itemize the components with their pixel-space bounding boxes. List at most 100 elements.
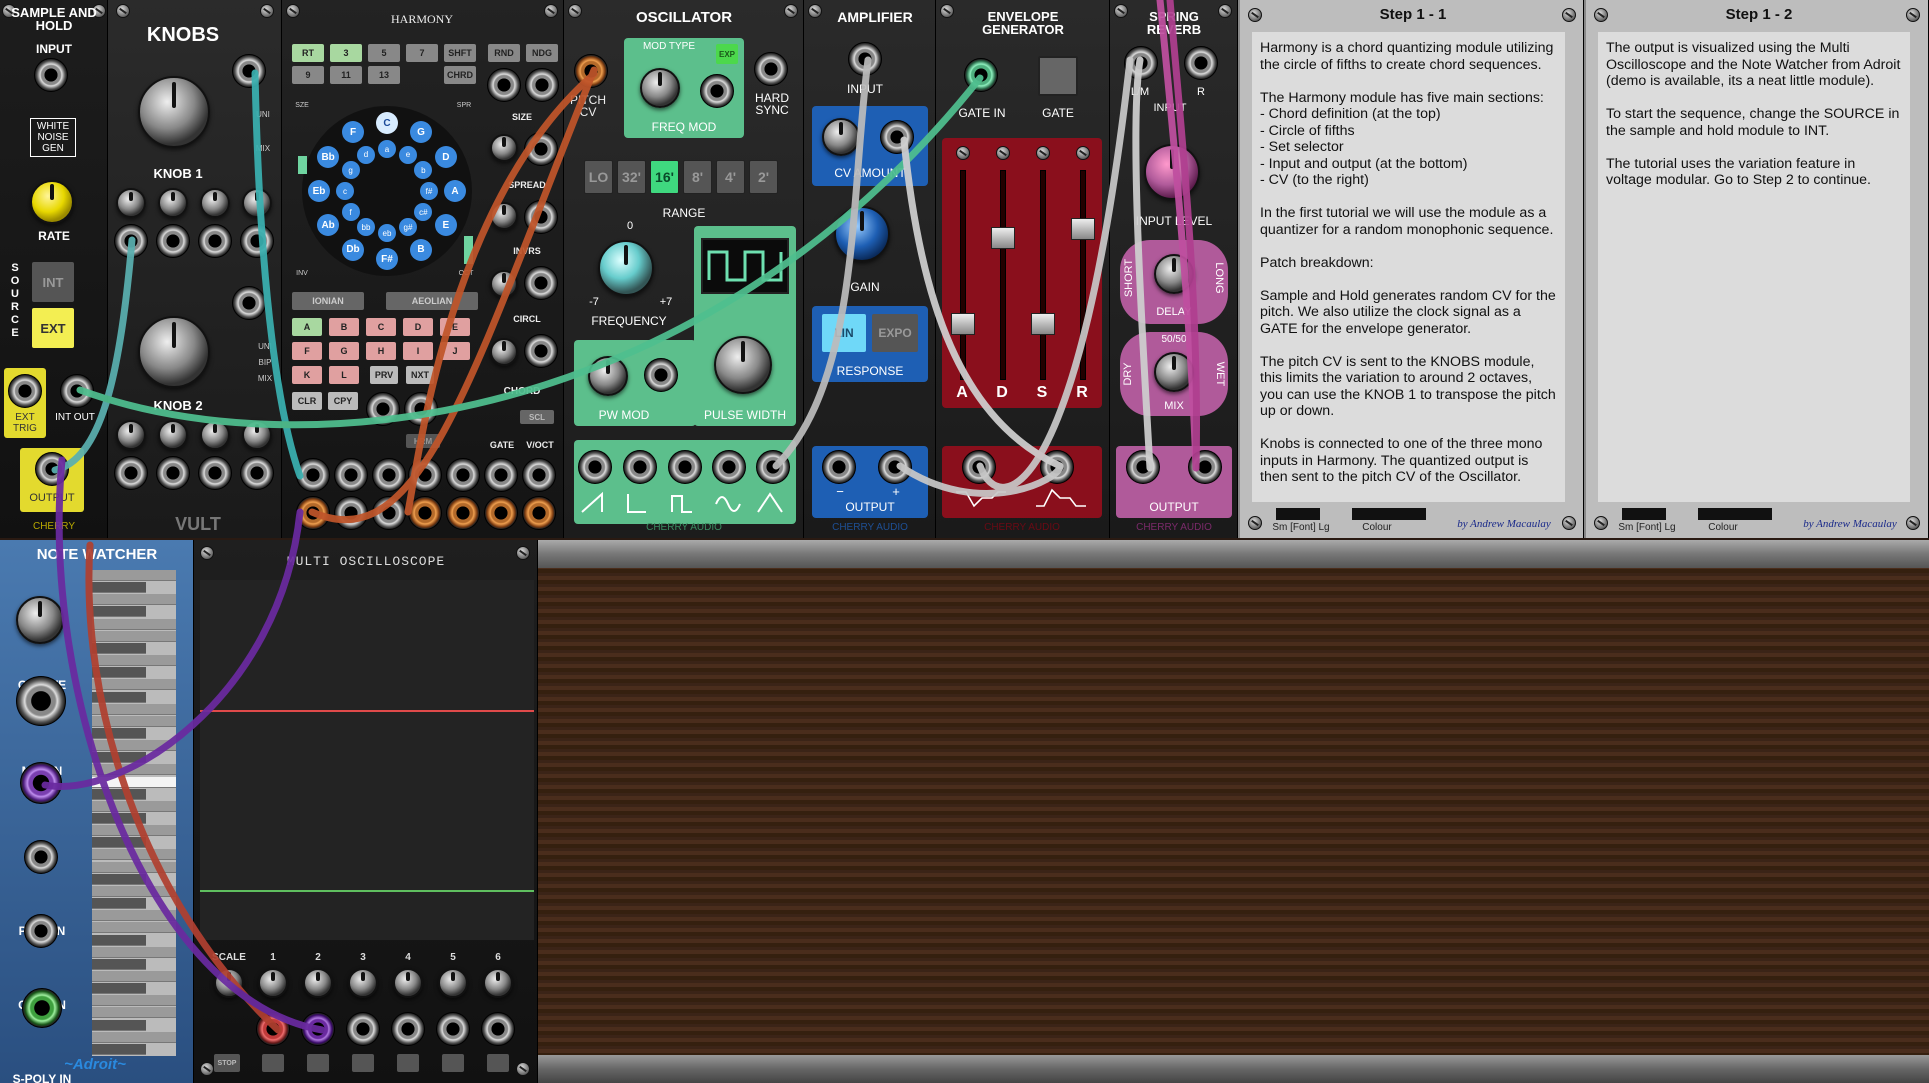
harmony-in5-jack[interactable]: [446, 458, 480, 492]
circle-inner-note[interactable]: g: [341, 161, 360, 179]
scope-channel-knob[interactable]: [303, 968, 333, 998]
harmony-cpy-button[interactable]: CPY: [328, 392, 358, 410]
osc-range-button[interactable]: 32': [617, 160, 646, 194]
osc-out-ramp-jack[interactable]: [623, 450, 657, 484]
osc-freqmod-knob[interactable]: [640, 68, 680, 108]
harmony-degree-button-3[interactable]: 3: [330, 44, 362, 62]
env-slider-a[interactable]: [951, 312, 975, 335]
harmony-circl-knob[interactable]: [490, 338, 518, 366]
harmony-set-button-l[interactable]: L: [329, 366, 359, 384]
scope-channel-toggle[interactable]: [442, 1054, 464, 1072]
amp-lin-button[interactable]: LIN: [822, 314, 866, 352]
step1-colour-slider[interactable]: [1352, 508, 1426, 520]
circle-note-eb[interactable]: Eb: [308, 180, 330, 202]
reverb-in-r-jack[interactable]: [1184, 46, 1218, 80]
harmony-voct-jack[interactable]: [522, 458, 556, 492]
circle-note-d[interactable]: D: [434, 146, 457, 168]
circle-note-db[interactable]: Db: [342, 238, 364, 261]
reverb-out-r-jack[interactable]: [1188, 450, 1222, 484]
harmony-degree-button-chrd[interactable]: CHRD: [444, 66, 476, 84]
harmony-nxt-jack[interactable]: [404, 392, 438, 426]
osc-out-tri-jack[interactable]: [756, 450, 790, 484]
osc-out-saw-jack[interactable]: [578, 450, 612, 484]
harmony-voct-out-jack[interactable]: [522, 496, 556, 530]
circle-inner-note[interactable]: d: [357, 145, 375, 164]
knob1-small-a[interactable]: [116, 188, 146, 218]
amp-input-jack[interactable]: [848, 42, 882, 76]
circle-note-a[interactable]: A: [444, 180, 466, 202]
scope-channel-jack[interactable]: [346, 1012, 380, 1046]
osc-hard-sync-jack[interactable]: [754, 52, 788, 86]
harmony-set-button-k[interactable]: K: [292, 366, 322, 384]
knob1-small-b[interactable]: [158, 188, 188, 218]
reverb-out-l-jack[interactable]: [1126, 450, 1160, 484]
circle-note-e[interactable]: E: [434, 214, 457, 236]
harmony-degree-button-9[interactable]: 9: [292, 66, 324, 84]
reverb-delay-knob[interactable]: [1154, 254, 1194, 294]
harmony-size-knob[interactable]: [490, 134, 518, 162]
harmony-set-button-c[interactable]: C: [366, 318, 396, 336]
scope-channel-knob[interactable]: [258, 968, 288, 998]
harmony-jack-ndg[interactable]: [525, 68, 559, 102]
scope-channel-knob[interactable]: [348, 968, 378, 998]
knob2-cv-jack-b[interactable]: [156, 456, 190, 490]
circle-inner-note[interactable]: bb: [357, 218, 375, 237]
knob1-cv-jack-a[interactable]: [114, 224, 148, 258]
env-out-inv-jack[interactable]: [962, 450, 996, 484]
harmony-invrs-knob[interactable]: [490, 270, 518, 298]
env-out-jack[interactable]: [1040, 450, 1074, 484]
knob2-small-c[interactable]: [200, 420, 230, 450]
osc-pulse-width-knob[interactable]: [714, 336, 772, 394]
knob1-small-c[interactable]: [200, 188, 230, 218]
osc-freqmod-jack[interactable]: [700, 74, 734, 108]
scope-channel-jack[interactable]: [256, 1012, 290, 1046]
harmony-rnd-button[interactable]: RND: [488, 44, 520, 62]
harmony-nxt-button[interactable]: NXT: [406, 366, 434, 384]
scope-channel-toggle[interactable]: [307, 1054, 329, 1072]
scope-channel-knob[interactable]: [393, 968, 423, 998]
osc-pw-mod-jack[interactable]: [644, 358, 678, 392]
harmony-scl-button[interactable]: SCL: [520, 410, 554, 424]
knob1-cv-jack-d[interactable]: [240, 224, 274, 258]
circle-inner-note[interactable]: f#: [420, 182, 438, 200]
harmony-in1-jack[interactable]: [296, 458, 330, 492]
step1-font-slider[interactable]: [1276, 508, 1320, 520]
scope-channel-knob[interactable]: [438, 968, 468, 998]
step2-font-slider[interactable]: [1622, 508, 1666, 520]
knob1-cv-jack-b[interactable]: [156, 224, 190, 258]
reverb-mix-knob[interactable]: [1154, 352, 1194, 392]
harmony-out4-jack[interactable]: [408, 496, 442, 530]
harmony-set-button-i[interactable]: I: [403, 342, 433, 360]
osc-pitch-cv-jack[interactable]: [574, 54, 608, 88]
circle-inner-note[interactable]: c: [336, 182, 354, 200]
circle-note-ab[interactable]: Ab: [317, 214, 340, 236]
harmony-out2-jack[interactable]: [334, 496, 368, 530]
harmony-prv-jack[interactable]: [366, 392, 400, 426]
sh-int-button[interactable]: INT: [32, 262, 74, 302]
harmony-set-button-d[interactable]: D: [403, 318, 433, 336]
reverb-in-l-jack[interactable]: [1124, 46, 1158, 80]
knob2-small-d[interactable]: [242, 420, 272, 450]
knob2-small-b[interactable]: [158, 420, 188, 450]
harmony-jack-rnd[interactable]: [487, 68, 521, 102]
harmony-prv-button[interactable]: PRV: [370, 366, 398, 384]
env-slider-s[interactable]: [1031, 312, 1055, 335]
env-gate-in-jack[interactable]: [964, 58, 998, 92]
osc-out-sine-jack[interactable]: [712, 450, 746, 484]
harmony-ndg-button[interactable]: NDG: [526, 44, 558, 62]
circle-inner-note[interactable]: c#: [414, 203, 433, 221]
circle-note-bb[interactable]: Bb: [317, 146, 340, 168]
harmony-degree-button-11[interactable]: 11: [330, 66, 362, 84]
nw-cv-in-jack[interactable]: [20, 762, 62, 804]
circle-inner-note[interactable]: f: [341, 203, 360, 221]
scope-channel-toggle[interactable]: [352, 1054, 374, 1072]
knob1-cv-jack-c[interactable]: [198, 224, 232, 258]
circle-note-c[interactable]: C: [376, 112, 398, 134]
harmony-degree-button-rt[interactable]: RT: [292, 44, 324, 62]
harmony-set-button-b[interactable]: B: [329, 318, 359, 336]
osc-range-button[interactable]: LO: [584, 160, 613, 194]
harmony-set-button-j[interactable]: J: [440, 342, 470, 360]
harmony-out1-jack[interactable]: [296, 496, 330, 530]
osc-exp-button[interactable]: EXP: [716, 44, 738, 64]
osc-range-button[interactable]: 8': [683, 160, 712, 194]
